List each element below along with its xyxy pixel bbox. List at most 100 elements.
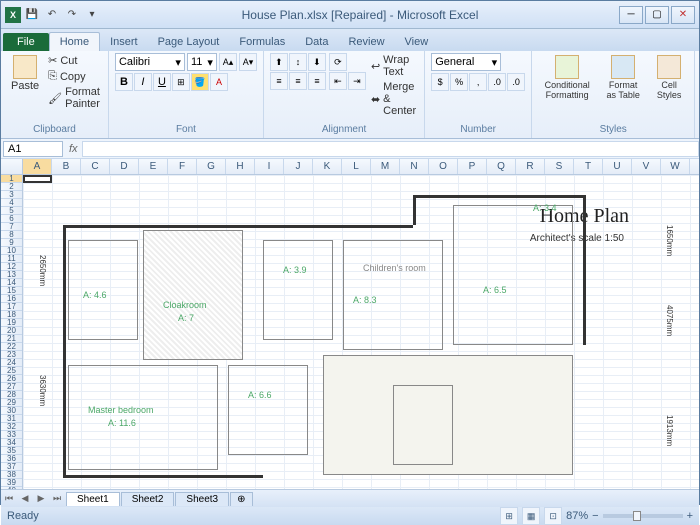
comma-button[interactable]: , (469, 73, 487, 91)
sheet-tab-2[interactable]: Sheet2 (121, 492, 175, 506)
view-normal-button[interactable]: ⊞ (500, 507, 518, 525)
col-header-T[interactable]: T (574, 159, 603, 174)
file-tab[interactable]: File (3, 33, 49, 51)
fx-icon[interactable]: fx (65, 143, 82, 155)
col-header-K[interactable]: K (313, 159, 342, 174)
sheet-tab-3[interactable]: Sheet3 (175, 492, 229, 506)
group-number: General▾ $ % , .0 .0 Number (425, 51, 532, 138)
tab-nav-prev[interactable]: ◀ (17, 493, 33, 504)
col-header-C[interactable]: C (81, 159, 110, 174)
cell-grid[interactable]: Home Plan Architect's scale 1:50 2650mm … (23, 175, 699, 489)
format-as-table-button[interactable]: Format as Table (599, 53, 647, 102)
room-a116: A: 11.6 (108, 418, 136, 428)
col-header-W[interactable]: W (661, 159, 690, 174)
minimize-button[interactable]: ─ (619, 6, 643, 24)
view-break-button[interactable]: ⊡ (544, 507, 562, 525)
maximize-button[interactable]: ▢ (645, 6, 669, 24)
tab-review[interactable]: Review (338, 33, 394, 51)
zoom-in-button[interactable]: + (687, 510, 693, 522)
col-header-I[interactable]: I (255, 159, 284, 174)
percent-button[interactable]: % (450, 73, 468, 91)
tab-view[interactable]: View (395, 33, 439, 51)
copy-button[interactable]: ⎘Copy (46, 69, 102, 84)
col-header-V[interactable]: V (632, 159, 661, 174)
tab-insert[interactable]: Insert (100, 33, 148, 51)
col-header-O[interactable]: O (429, 159, 458, 174)
underline-button[interactable]: U (153, 73, 171, 91)
font-name-select[interactable]: Calibri▾ (115, 53, 185, 71)
col-header-F[interactable]: F (168, 159, 197, 174)
col-header-U[interactable]: U (603, 159, 632, 174)
conditional-formatting-button[interactable]: Conditional Formatting (538, 53, 596, 102)
tab-page-layout[interactable]: Page Layout (148, 33, 230, 51)
close-button[interactable]: ✕ (671, 6, 695, 24)
tab-nav-next[interactable]: ▶ (33, 493, 49, 504)
cell-styles-button[interactable]: Cell Styles (650, 53, 688, 102)
zoom-controls: ⊞ ▦ ⊡ 87% − + (500, 507, 693, 525)
align-center-button[interactable]: ≡ (289, 72, 307, 90)
align-middle-button[interactable]: ↕ (289, 53, 307, 71)
cut-button[interactable]: ✂Cut (46, 53, 102, 68)
tab-nav-last[interactable]: ⏭ (49, 493, 65, 504)
decrease-decimal-button[interactable]: .0 (507, 73, 525, 91)
col-header-R[interactable]: R (516, 159, 545, 174)
shrink-font-button[interactable]: A▾ (239, 53, 257, 71)
paste-button[interactable]: Paste (7, 53, 43, 94)
zoom-slider[interactable] (603, 514, 683, 518)
zoom-out-button[interactable]: − (592, 510, 598, 522)
grow-font-button[interactable]: A▴ (219, 53, 237, 71)
align-bottom-button[interactable]: ⬇ (308, 53, 326, 71)
col-header-S[interactable]: S (545, 159, 574, 174)
col-header-D[interactable]: D (110, 159, 139, 174)
zoom-thumb[interactable] (633, 511, 641, 521)
format-painter-button[interactable]: 🖌Format Painter (46, 85, 102, 111)
italic-button[interactable]: I (134, 73, 152, 91)
col-header-M[interactable]: M (371, 159, 400, 174)
tab-data[interactable]: Data (295, 33, 338, 51)
group-cells: Insert Delete Format Cells (695, 51, 700, 138)
align-right-button[interactable]: ≡ (308, 72, 326, 90)
col-header-A[interactable]: A (23, 159, 52, 174)
font-color-button[interactable]: A (210, 73, 228, 91)
orientation-button[interactable]: ⟳ (329, 53, 347, 71)
col-header-N[interactable]: N (400, 159, 429, 174)
bold-button[interactable]: B (115, 73, 133, 91)
merge-center-button[interactable]: ⬌Merge & Center (369, 80, 418, 118)
window-controls: ─ ▢ ✕ (619, 6, 695, 24)
qat-dropdown-icon[interactable]: ▾ (83, 6, 101, 24)
tab-nav-first[interactable]: ⏮ (1, 493, 17, 504)
indent-increase-button[interactable]: ⇥ (348, 72, 366, 90)
border-button[interactable]: ⊞ (172, 73, 190, 91)
undo-icon[interactable]: ↶ (43, 6, 61, 24)
number-format-select[interactable]: General▾ (431, 53, 501, 71)
sheet-tab-1[interactable]: Sheet1 (66, 492, 120, 506)
name-box[interactable]: A1 (3, 141, 63, 157)
select-all-button[interactable] (1, 159, 23, 174)
view-layout-button[interactable]: ▦ (522, 507, 540, 525)
increase-decimal-button[interactable]: .0 (488, 73, 506, 91)
formula-input[interactable] (82, 141, 699, 157)
col-header-J[interactable]: J (284, 159, 313, 174)
col-header-B[interactable]: B (52, 159, 81, 174)
col-header-G[interactable]: G (197, 159, 226, 174)
tab-home[interactable]: Home (49, 32, 100, 51)
col-header-H[interactable]: H (226, 159, 255, 174)
wrap-text-button[interactable]: ↩Wrap Text (369, 53, 418, 79)
currency-button[interactable]: $ (431, 73, 449, 91)
row-header-40[interactable]: 40 (1, 487, 22, 489)
excel-icon[interactable]: X (5, 7, 21, 23)
col-header-E[interactable]: E (139, 159, 168, 174)
col-header-Q[interactable]: Q (487, 159, 516, 174)
align-top-button[interactable]: ⬆ (270, 53, 288, 71)
align-left-button[interactable]: ≡ (270, 72, 288, 90)
font-size-select[interactable]: 11▾ (187, 53, 217, 71)
redo-icon[interactable]: ↷ (63, 6, 81, 24)
indent-decrease-button[interactable]: ⇤ (329, 72, 347, 90)
new-sheet-button[interactable]: ⊕ (230, 492, 252, 506)
fill-color-button[interactable]: 🪣 (191, 73, 209, 91)
font-label: Font (115, 124, 257, 136)
col-header-L[interactable]: L (342, 159, 371, 174)
col-header-P[interactable]: P (458, 159, 487, 174)
save-icon[interactable]: 💾 (23, 6, 41, 24)
tab-formulas[interactable]: Formulas (229, 33, 295, 51)
